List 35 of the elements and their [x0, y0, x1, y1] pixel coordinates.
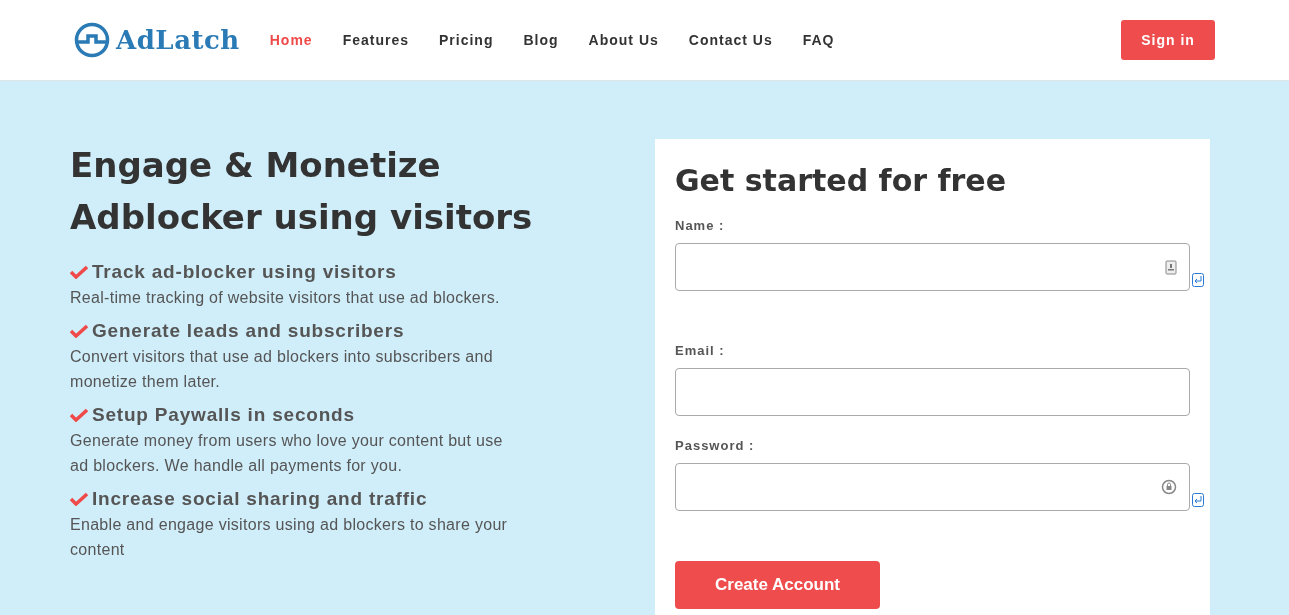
nav-link[interactable]: Contact Us [688, 32, 773, 48]
nav-link[interactable]: Pricing [439, 32, 494, 48]
nav-link[interactable]: Features [342, 32, 409, 48]
sign-in-button[interactable]: Sign in [1121, 20, 1215, 60]
logo-icon [74, 22, 110, 58]
input-field[interactable] [675, 368, 1190, 416]
contact-card-icon [1165, 259, 1177, 275]
feature-text: Generate money from users who love your content but use ad blockers. We handle all payments for you. [70, 431, 504, 476]
nav-link[interactable]: About Us [588, 32, 659, 48]
brand-name: AdLatch [116, 25, 240, 55]
check-icon [70, 324, 88, 338]
check-icon [70, 408, 88, 422]
field-label: Password : [675, 438, 756, 453]
feature-title: Track ad-blocker using visitors [92, 261, 397, 283]
nav-link[interactable]: Blog [523, 32, 559, 48]
feature-title: Setup Paywalls in seconds [92, 404, 355, 426]
feature-text: Real-time tracking of website visitors that use ad blockers. [70, 288, 501, 308]
check-icon [70, 265, 88, 279]
feature-text: Enable and engage visitors using ad blockers to share your content [70, 515, 509, 560]
create-account-button[interactable]: Create Account [675, 561, 880, 609]
input-field[interactable] [675, 463, 1190, 511]
check-icon [70, 492, 88, 506]
field-label: Name : [675, 218, 726, 233]
feature-text: Convert visitors that use ad blockers into subscribers and monetize them later. [70, 347, 494, 392]
autofill-icon[interactable] [1192, 493, 1204, 507]
input-field[interactable] [675, 243, 1190, 291]
feature-title: Generate leads and subscribers [92, 320, 405, 342]
nav-link[interactable]: Home [269, 32, 313, 48]
feature-title: Increase social sharing and traffic [92, 488, 428, 510]
lock-icon [1161, 479, 1177, 495]
nav-link[interactable]: FAQ [802, 32, 835, 48]
field-label: Email : [675, 343, 726, 358]
autofill-icon[interactable] [1192, 273, 1204, 287]
form-title: Get started for free [675, 163, 1008, 198]
hero-title: Engage & Monetize Adblocker using visitors [70, 144, 534, 239]
